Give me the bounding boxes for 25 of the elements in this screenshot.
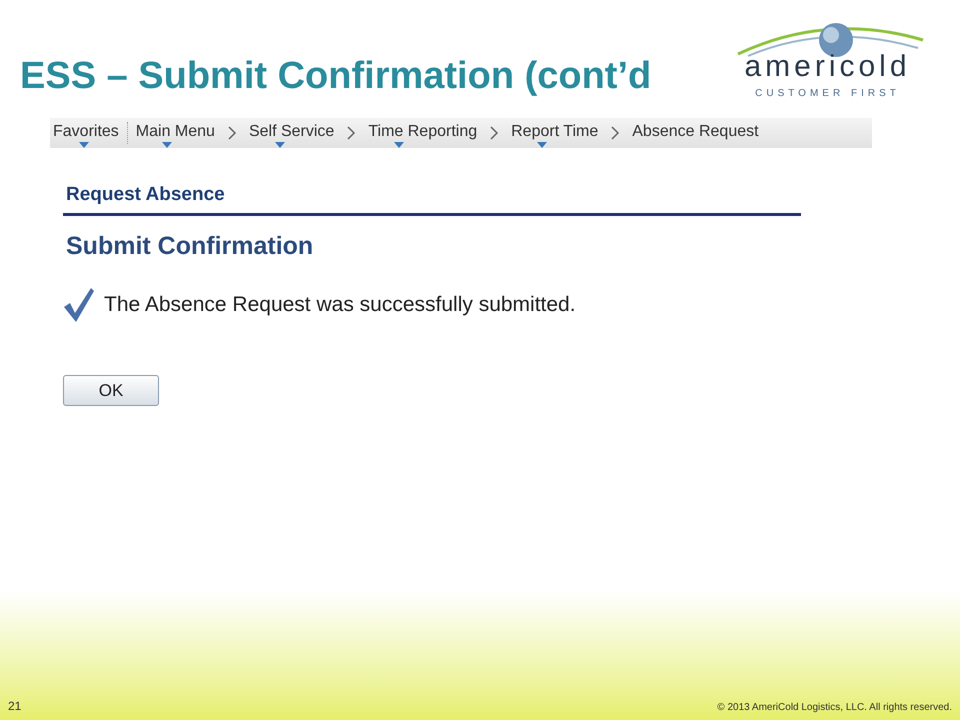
logo-wordmark: americold <box>744 52 911 82</box>
breadcrumb-link[interactable]: Self Service <box>248 122 334 148</box>
chevron-icon <box>226 126 237 140</box>
dropdown-caret-icon <box>394 142 404 148</box>
chevron-icon <box>610 126 620 140</box>
dropdown-caret-icon <box>537 142 548 148</box>
slide-title: ESS – Submit Confirmation (cont’d <box>20 54 652 99</box>
breadcrumb-link[interactable]: Time Reporting <box>368 122 478 148</box>
dropdown-caret-icon <box>79 142 89 148</box>
page-number: 21 <box>8 698 22 715</box>
logo-tagline: CUSTOMER FIRST <box>755 87 900 101</box>
chevron-icon <box>489 126 500 140</box>
breadcrumb-link[interactable]: Main Menu <box>136 122 215 148</box>
ok-button[interactable]: OK <box>63 375 159 406</box>
page-heading: Submit Confirmation <box>65 230 314 262</box>
copyright-text: © 2013 AmeriCold Logistics, LLC. All rights reserved. <box>717 701 952 715</box>
breadcrumb-link[interactable]: Favorites <box>53 122 119 148</box>
dropdown-caret-icon <box>162 142 172 148</box>
breadcrumb-link[interactable]: Absence Request <box>632 122 759 148</box>
success-message: The Absence Request was successfully submitted. <box>104 292 576 318</box>
section-header: Request Absence <box>65 183 226 207</box>
dropdown-caret-icon <box>274 142 285 148</box>
chevron-icon <box>346 126 356 140</box>
checkmark-icon <box>63 287 95 323</box>
breadcrumb-link[interactable]: Report Time <box>511 122 598 148</box>
